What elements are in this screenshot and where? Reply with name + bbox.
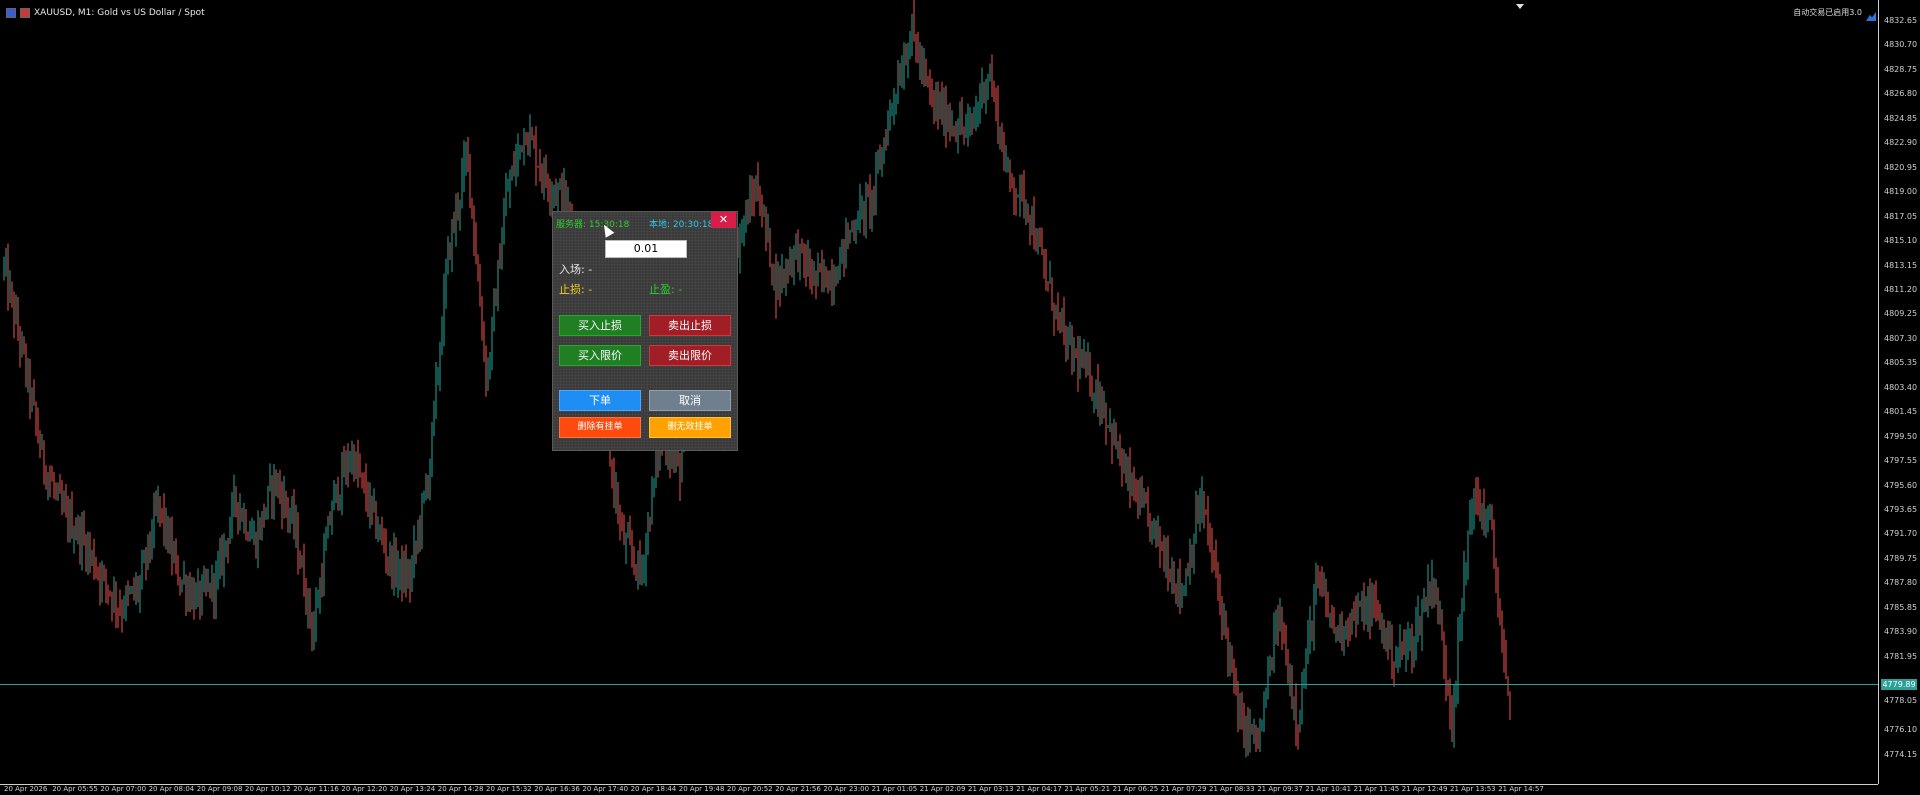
price-chart[interactable] [0, 0, 1878, 784]
price-tick-label: 4797.55 [1884, 456, 1918, 466]
time-tick-label: 20 Apr 14:28 [437, 785, 484, 793]
price-tick-label: 4817.05 [1884, 211, 1918, 221]
price-tick-label: 4822.90 [1884, 138, 1918, 148]
time-tick-label: 21 Apr 08:33 [1209, 785, 1255, 793]
stop-loss-label: 止损: - [559, 283, 593, 296]
time-tick-label: 20 Apr 15:32 [486, 785, 532, 793]
time-tick-label: 21 Apr 14:57 [1498, 785, 1544, 793]
time-tick-label: 21 Apr 05:21 [1064, 785, 1111, 793]
time-tick-label: 21 Apr 12:49 [1401, 785, 1448, 793]
price-tick-label: 4783.90 [1884, 627, 1918, 637]
price-tick-label: 4809.25 [1884, 309, 1918, 319]
time-tick-label: 20 Apr 16:36 [534, 785, 580, 793]
price-tick-label: 4795.60 [1884, 480, 1918, 490]
time-tick-label: 20 Apr 09:08 [196, 785, 243, 793]
sell-limit-button[interactable]: 卖出限价 [649, 345, 731, 366]
buy-limit-button[interactable]: 买入限价 [559, 345, 641, 366]
price-tick-label: 4805.35 [1884, 358, 1918, 368]
time-tick-label: 20 Apr 12:20 [341, 785, 388, 793]
price-tick-label: 4778.05 [1884, 695, 1918, 705]
price-tick-label: 4787.80 [1884, 578, 1918, 588]
price-tick-label: 4832.65 [1884, 16, 1918, 25]
server-time: 服务器: 15:30:18 [556, 220, 630, 230]
buy-stop-button[interactable]: 买入止损 [559, 315, 641, 336]
trade-panel[interactable]: 服务器: 15:30:18 本地: 20:30:18 ✕ 0.01 入场: - … [552, 211, 738, 451]
shift-marker-icon[interactable] [1516, 4, 1524, 9]
price-tick-label: 4815.10 [1884, 236, 1918, 246]
take-profit-label: 止盈: - [649, 283, 683, 296]
time-tick-label: 21 Apr 10:41 [1305, 785, 1352, 793]
price-tick-label: 4776.10 [1884, 725, 1918, 735]
time-tick-label: 21 Apr 09:37 [1257, 785, 1303, 793]
price-tick-label: 4826.80 [1884, 89, 1918, 99]
current-price-label: 4779.89 [1881, 679, 1917, 690]
sell-stop-button[interactable]: 卖出止损 [649, 315, 731, 336]
time-tick-label: 20 Apr 19:48 [678, 785, 725, 793]
price-tick-label: 4803.40 [1884, 382, 1918, 392]
price-tick-label: 4781.95 [1884, 651, 1918, 661]
close-button[interactable]: ✕ [711, 212, 736, 228]
entry-label: 入场: - [559, 263, 593, 276]
time-tick-label: 21 Apr 07:29 [1160, 785, 1207, 793]
price-tick-label: 4820.95 [1884, 162, 1918, 172]
time-tick-label: 20 Apr 18:44 [630, 785, 677, 793]
time-tick-label: 20 Apr 07:00 [100, 785, 147, 793]
price-tick-label: 4819.00 [1884, 187, 1918, 197]
price-tick-label: 4807.30 [1884, 333, 1918, 343]
price-tick-label: 4789.75 [1884, 553, 1918, 563]
price-tick-label: 4824.85 [1884, 113, 1918, 123]
cancel-button[interactable]: 取消 [649, 390, 731, 411]
time-tick-label: 20 Apr 20:52 [727, 785, 773, 793]
panel-header[interactable]: 服务器: 15:30:18 本地: 20:30:18 ✕ [553, 212, 737, 230]
time-tick-label: 21 Apr 04:17 [1016, 785, 1062, 793]
auto-trading-label[interactable]: 自动交易已启用3.0 [1793, 7, 1862, 18]
time-tick-label: 21 Apr 02:09 [919, 785, 966, 793]
time-tick-label: 20 Apr 05:55 [52, 785, 98, 793]
auto-trading-text: 自动交易已启用3.0 [1793, 8, 1862, 17]
price-tick-label: 4774.15 [1884, 749, 1918, 759]
time-tick-label: 20 Apr 11:16 [293, 785, 339, 793]
time-tick-label: 21 Apr 11:45 [1353, 785, 1400, 793]
price-tick-label: 4801.45 [1884, 407, 1918, 417]
time-tick-label: 20 Apr 2026 [4, 785, 48, 793]
flag-icon [6, 8, 16, 18]
price-tick-label: 4830.70 [1884, 40, 1918, 50]
price-tick-label: 4793.65 [1884, 505, 1918, 514]
place-order-button[interactable]: 下单 [559, 390, 641, 411]
time-tick-label: 21 Apr 03:13 [968, 785, 1014, 793]
lot-size-input[interactable]: 0.01 [605, 240, 687, 258]
price-tick-label: 4828.75 [1884, 64, 1918, 74]
time-tick-label: 21 Apr 06:25 [1112, 785, 1159, 793]
price-tick-label: 4785.85 [1884, 602, 1918, 612]
price-tick-label: 4811.20 [1884, 284, 1918, 294]
price-tick-label: 4791.70 [1884, 529, 1918, 539]
chart-title: XAUUSD, M1: Gold vs US Dollar / Spot [6, 6, 205, 20]
delete-pending-button[interactable]: 删除有挂单 [559, 417, 641, 438]
price-tick-label: 4799.50 [1884, 431, 1918, 441]
time-tick-label: 20 Apr 08:04 [148, 785, 195, 793]
time-tick-label: 20 Apr 17:40 [582, 785, 629, 793]
price-tick-label: 4813.15 [1884, 260, 1918, 270]
time-tick-label: 20 Apr 10:12 [245, 785, 291, 793]
delete-invalid-pending-button[interactable]: 删无效挂单 [649, 417, 731, 438]
chart-trade-icon[interactable] [1866, 6, 1876, 25]
time-tick-label: 20 Apr 21:56 [775, 785, 821, 793]
local-time: 本地: 20:30:18 [649, 220, 714, 230]
toolbar-strip [0, 0, 1920, 4]
time-tick-label: 20 Apr 23:00 [823, 785, 870, 793]
time-tick-label: 20 Apr 13:24 [389, 785, 436, 793]
symbol-title: XAUUSD, M1: Gold vs US Dollar / Spot [34, 8, 205, 18]
candles [3, 0, 1511, 758]
time-tick-label: 21 Apr 13:53 [1450, 785, 1496, 793]
flag-icon [20, 8, 30, 18]
time-tick-label: 21 Apr 01:05 [871, 785, 918, 793]
